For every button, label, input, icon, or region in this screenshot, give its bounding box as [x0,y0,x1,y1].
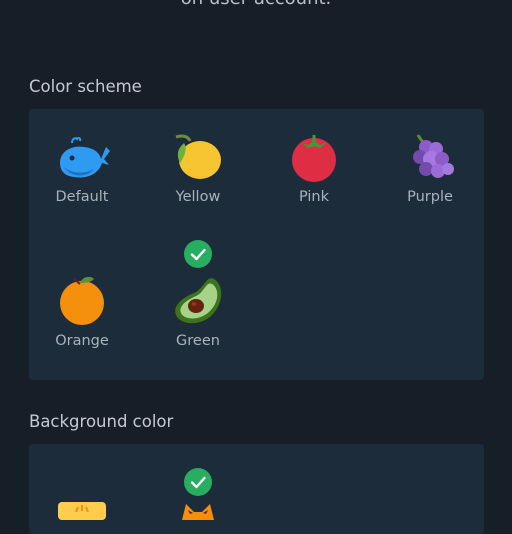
selected-check-icon [184,240,212,268]
tangerine-icon [60,276,104,325]
fox-icon [182,504,214,520]
settings-description: on user account. [0,0,512,9]
background-color-panel [29,444,484,534]
background-selected-check-icon [184,468,212,496]
tomato-icon [292,135,336,182]
scheme-label-orange: Orange [55,333,109,349]
lemon-icon [175,134,221,179]
color-scheme-panel: Default Yellow Pink Purple Orange Green [29,109,484,380]
grapes-icon [413,134,454,178]
scheme-label-green: Green [176,333,220,349]
scheme-label-purple: Purple [407,189,453,205]
scheme-option-pink[interactable]: Pink [259,133,369,205]
scheme-label-pink: Pink [298,189,330,205]
background-option-sunrise[interactable] [27,500,137,520]
scheme-option-yellow[interactable]: Yellow [143,133,253,205]
sunrise-icon [58,502,106,520]
scheme-option-default[interactable]: Default [27,133,137,205]
scheme-label-yellow: Yellow [175,189,221,205]
scheme-option-purple[interactable]: Purple [375,133,485,205]
scheme-option-orange[interactable]: Orange [27,275,137,349]
scheme-option-green[interactable]: Green [143,275,253,349]
background-option-fox[interactable] [143,500,253,520]
avocado-icon [175,278,222,324]
whale-icon [60,136,110,178]
scheme-label-default: Default [55,189,109,205]
color-scheme-title: Color scheme [29,77,142,96]
background-color-title: Background color [29,412,174,431]
